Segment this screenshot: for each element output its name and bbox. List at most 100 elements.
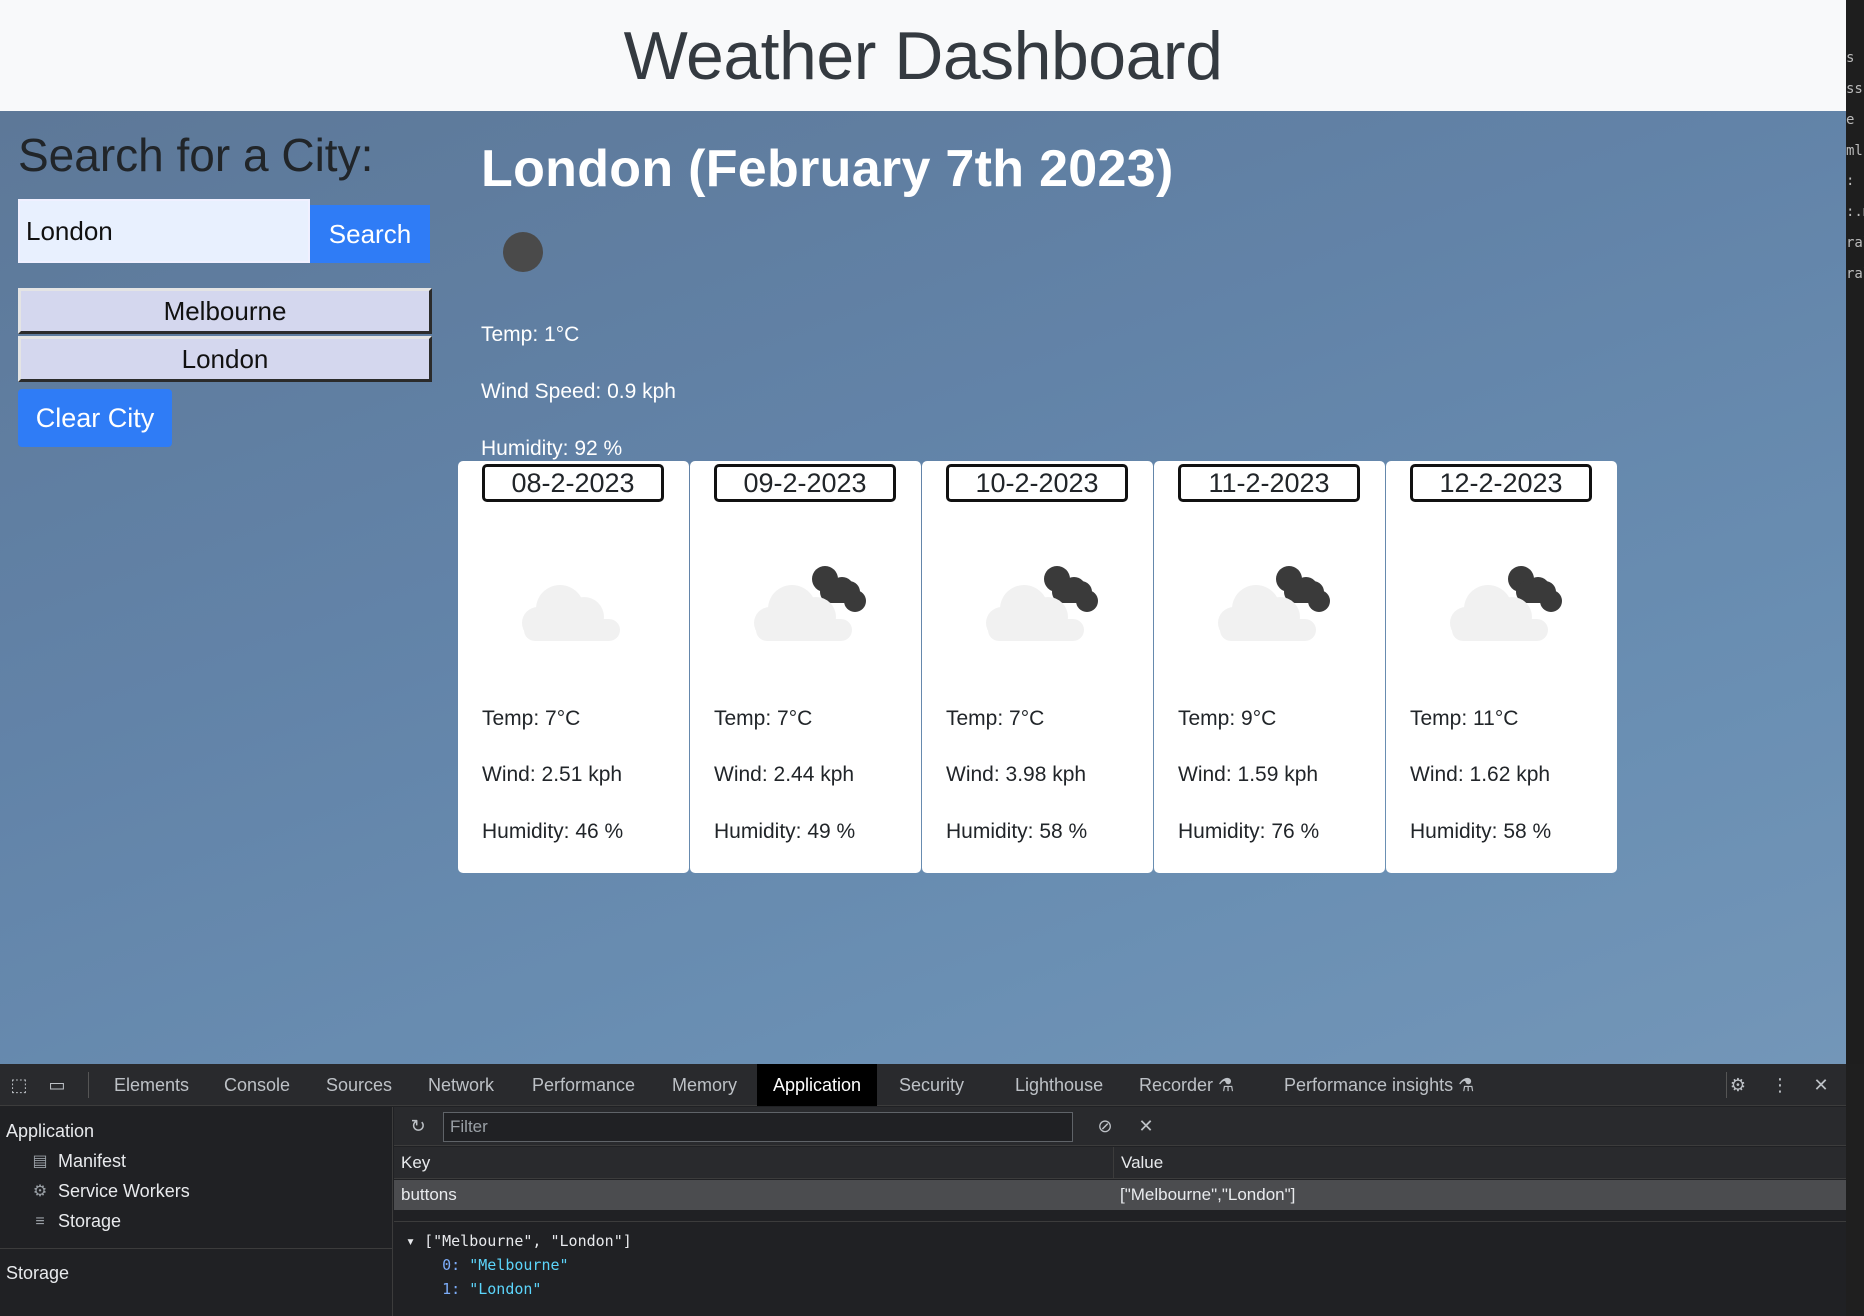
device-toolbar-icon[interactable]: ▭ (46, 1074, 68, 1096)
forecast-date: 11-2-2023 (1178, 464, 1360, 502)
refresh-icon[interactable]: ↻ (407, 1115, 429, 1137)
forecast-temp: Temp: 7°C (482, 707, 581, 730)
history-button-london[interactable]: London (18, 336, 432, 382)
forecast-humidity: Humidity: 76 % (1178, 820, 1320, 843)
filter-input[interactable] (443, 1112, 1073, 1142)
edge-text: :.m (1846, 204, 1864, 220)
value-preview: ▾ ["Melbourne", "London"] 0: "Melbourne"… (406, 1229, 632, 1301)
local-storage-view: ↻ ⊘ ✕ Key Value buttons ["Melbourne","Lo… (394, 1107, 1846, 1316)
tab-recorder-label: Recorder (1139, 1075, 1214, 1095)
sidebar-item-manifest[interactable]: ▤ Manifest (30, 1151, 126, 1172)
tab-lighthouse[interactable]: Lighthouse (999, 1064, 1119, 1106)
city-search-input[interactable] (18, 199, 310, 263)
gear-icon: ⚙ (32, 1182, 48, 1200)
history-button-melbourne[interactable]: Melbourne (18, 288, 432, 334)
preview-summary-text: ["Melbourne", "London"] (424, 1232, 632, 1250)
storage-heading: Storage (6, 1263, 70, 1283)
value-column-header[interactable]: Value (1113, 1147, 1163, 1179)
preview-item: 0: "Melbourne" (442, 1256, 569, 1274)
forecast-wind: Wind: 3.98 kph (946, 763, 1087, 786)
table-row[interactable]: buttons ["Melbourne","London"] (394, 1180, 1846, 1210)
preview-index: 0 (442, 1256, 452, 1274)
broken-clouds-icon (1218, 566, 1330, 641)
forecast-row: 08-2-2023 Temp: 7°C Wind: 2.51 kph Humid… (458, 461, 1618, 873)
section-divider (0, 1248, 393, 1249)
edge-text: e (1846, 112, 1855, 128)
tab-elements[interactable]: Elements (98, 1064, 205, 1106)
forecast-wind: Wind: 1.62 kph (1410, 763, 1551, 786)
forecast-card: 10-2-2023 Temp: 7°C Wind: 3.98 kph Humid… (922, 461, 1153, 873)
tab-performance[interactable]: Performance (516, 1064, 651, 1106)
expand-triangle-icon: ▾ (406, 1232, 425, 1250)
preview-index: 1 (442, 1280, 452, 1298)
edge-text: ml (1846, 143, 1863, 159)
tab-recorder[interactable]: Recorder ⚗ (1123, 1064, 1250, 1106)
forecast-temp: Temp: 7°C (946, 707, 1045, 730)
edge-text: : (1846, 173, 1855, 189)
close-devtools-icon[interactable]: ✕ (1810, 1074, 1832, 1096)
delete-selected-icon[interactable]: ✕ (1135, 1115, 1157, 1137)
forecast-wind: Wind: 2.44 kph (714, 763, 855, 786)
current-weather: London (February 7th 2023) Temp: 1°C Win… (481, 139, 1174, 460)
preview-item: 1: "London" (442, 1280, 542, 1298)
current-temp: Temp: 1°C (481, 323, 580, 346)
editor-edge-strip: s ss e ml : :.m ral ral (1846, 0, 1864, 1064)
tab-security[interactable]: Security (883, 1064, 980, 1106)
tab-memory[interactable]: Memory (656, 1064, 753, 1106)
filter-toolbar: ↻ ⊘ ✕ (394, 1107, 1846, 1146)
page-header: Weather Dashboard (0, 0, 1846, 111)
forecast-date: 09-2-2023 (714, 464, 896, 502)
settings-gear-icon[interactable]: ⚙ (1727, 1074, 1749, 1096)
current-wind: Wind Speed: 0.9 kph (481, 380, 676, 403)
broken-clouds-icon (754, 566, 866, 641)
tab-application[interactable]: Application (757, 1064, 878, 1106)
tab-sources[interactable]: Sources (310, 1064, 408, 1106)
forecast-card: 11-2-2023 Temp: 9°C Wind: 1.59 kph Humid… (1154, 461, 1385, 873)
current-city-title: London (February 7th 2023) (481, 140, 1174, 198)
forecast-humidity: Humidity: 58 % (946, 820, 1088, 843)
devtools-toolbar: ⬚ ▭ Elements Console Sources Network Per… (0, 1064, 1846, 1106)
forecast-date: 12-2-2023 (1410, 464, 1592, 502)
forecast-humidity: Humidity: 46 % (482, 820, 624, 843)
search-form: Search (18, 199, 430, 263)
forecast-temp: Temp: 9°C (1178, 707, 1277, 730)
search-button[interactable]: Search (310, 205, 430, 263)
preview-value: "London" (469, 1280, 542, 1298)
edge-text: ral (1846, 235, 1864, 251)
page-title: Weather Dashboard (623, 17, 1223, 94)
flask-icon: ⚗ (1218, 1075, 1235, 1095)
devtools-panel: ⬚ ▭ Elements Console Sources Network Per… (0, 1064, 1846, 1316)
toolbar-divider (88, 1072, 89, 1098)
forecast-date: 10-2-2023 (946, 464, 1128, 502)
sidebar-item-service-workers[interactable]: ⚙ Service Workers (30, 1181, 190, 1202)
flask-icon: ⚗ (1458, 1075, 1475, 1095)
sidebar-item-label: Service Workers (58, 1181, 190, 1201)
tab-network[interactable]: Network (412, 1064, 510, 1106)
preview-summary[interactable]: ▾ ["Melbourne", "London"] (406, 1229, 632, 1253)
cloud-icon (522, 585, 620, 641)
current-humidity: Humidity: 92 % (481, 437, 623, 460)
tab-performance-insights[interactable]: Performance insights ⚗ (1268, 1064, 1490, 1106)
sidebar-item-label: Manifest (58, 1151, 127, 1171)
forecast-wind: Wind: 1.59 kph (1178, 763, 1319, 786)
forecast-card: 12-2-2023 Temp: 11°C Wind: 1.62 kph Humi… (1386, 461, 1617, 873)
row-value: ["Melbourne","London"] (1120, 1185, 1296, 1204)
forecast-temp: Temp: 11°C (1410, 707, 1519, 730)
clear-all-icon[interactable]: ⊘ (1094, 1115, 1116, 1137)
forecast-card: 08-2-2023 Temp: 7°C Wind: 2.51 kph Humid… (458, 461, 689, 873)
sidebar-item-storage[interactable]: ≡ Storage (30, 1211, 121, 1232)
inspect-element-icon[interactable]: ⬚ (8, 1074, 30, 1096)
edge-text: ss (1846, 81, 1863, 97)
more-options-icon[interactable]: ⋮ (1769, 1074, 1791, 1096)
database-icon: ≡ (35, 1212, 45, 1230)
tab-console[interactable]: Console (208, 1064, 306, 1106)
key-column-header[interactable]: Key (394, 1147, 430, 1179)
forecast-wind: Wind: 2.51 kph (482, 763, 623, 786)
broken-clouds-icon (1450, 566, 1562, 641)
application-heading: Application (6, 1121, 95, 1141)
edge-text: ral (1846, 266, 1864, 282)
row-key: buttons (401, 1185, 457, 1204)
clear-city-button[interactable]: Clear City (18, 389, 172, 447)
sidebar-item-label: Storage (58, 1211, 122, 1231)
forecast-card: 09-2-2023 Temp: 7°C Wind: 2.44 kph Humid… (690, 461, 921, 873)
